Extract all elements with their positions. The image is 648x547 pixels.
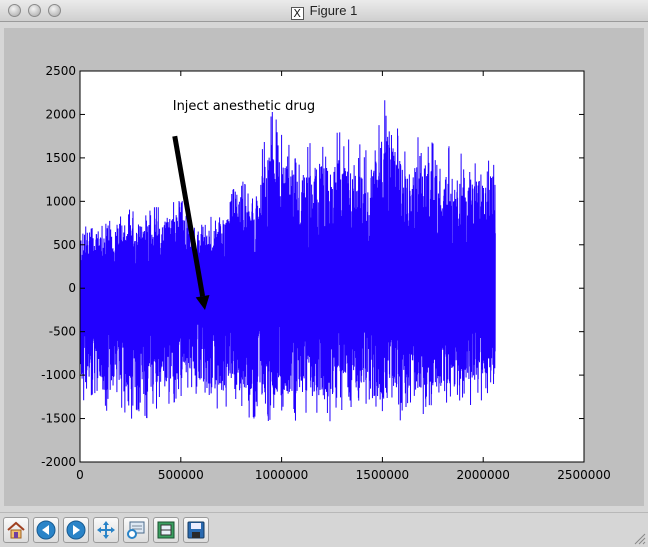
arrow-right-icon bbox=[66, 520, 86, 540]
subplots-icon bbox=[157, 521, 175, 539]
figure-canvas[interactable]: 0 500000 1000000 1500000 2000000 2500000 -2000… bbox=[4, 28, 644, 506]
x11-icon: X bbox=[290, 7, 304, 20]
navigation-toolbar bbox=[0, 512, 648, 547]
back-button[interactable] bbox=[33, 517, 59, 543]
y-tick-label: 1500 bbox=[45, 151, 76, 165]
home-button[interactable] bbox=[3, 517, 29, 543]
annotation-text: Inject anesthetic drug bbox=[173, 99, 315, 114]
window-title: Figure 1 bbox=[309, 3, 358, 18]
zoom-button[interactable] bbox=[123, 517, 149, 543]
y-tick-label: 2500 bbox=[45, 64, 76, 78]
window-titlebar: X Figure 1 bbox=[0, 0, 648, 22]
y-tick-label: -1000 bbox=[41, 368, 76, 382]
x-tick-label: 0 bbox=[76, 468, 84, 482]
move-icon bbox=[97, 521, 115, 539]
subplots-button[interactable] bbox=[153, 517, 179, 543]
zoom-rect-icon bbox=[127, 521, 145, 539]
forward-button[interactable] bbox=[63, 517, 89, 543]
y-tick-label: -1500 bbox=[41, 412, 76, 426]
home-icon bbox=[7, 521, 25, 539]
x-tick-label: 2500000 bbox=[557, 468, 610, 482]
y-tick-label: 500 bbox=[53, 238, 76, 252]
resize-grip-icon[interactable] bbox=[634, 533, 646, 545]
y-tick-label: 2000 bbox=[45, 107, 76, 121]
y-tick-label: -2000 bbox=[41, 455, 76, 469]
floppy-disk-icon bbox=[187, 521, 205, 539]
window-title-wrap: X Figure 1 bbox=[0, 3, 648, 20]
x-tick-label: 1000000 bbox=[255, 468, 308, 482]
arrow-left-icon bbox=[36, 520, 56, 540]
x-tick-label: 500000 bbox=[158, 468, 204, 482]
x-tick-label: 1500000 bbox=[356, 468, 409, 482]
pan-button[interactable] bbox=[93, 517, 119, 543]
y-tick-label: -500 bbox=[49, 325, 76, 339]
line-plot: 0 500000 1000000 1500000 2000000 2500000 -2000… bbox=[41, 64, 611, 482]
y-tick-label: 1000 bbox=[45, 194, 76, 208]
y-tick-label: 0 bbox=[68, 281, 76, 295]
save-button[interactable] bbox=[183, 517, 209, 543]
x-tick-label: 2000000 bbox=[456, 468, 509, 482]
